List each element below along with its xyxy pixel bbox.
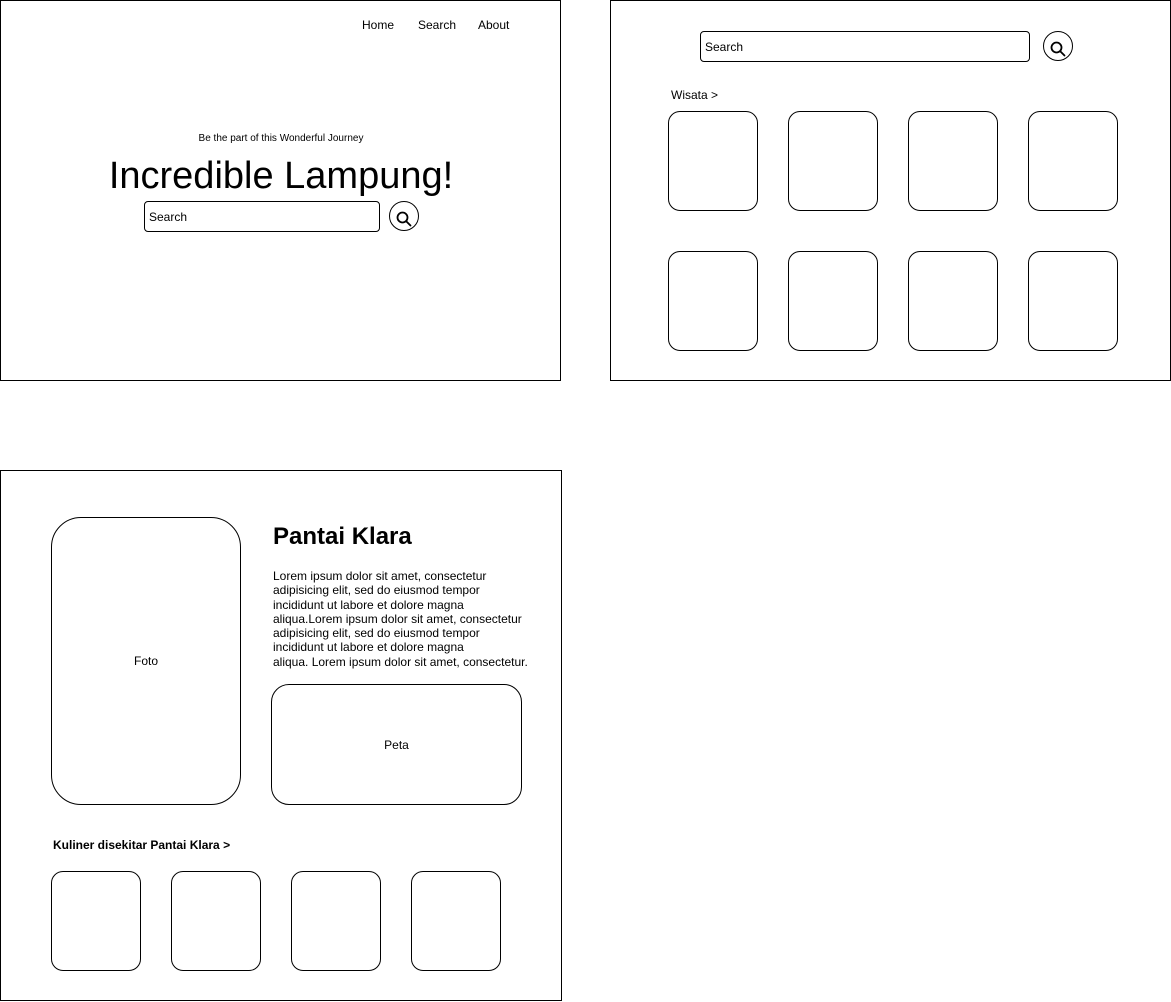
wisata-card[interactable] [908,111,998,211]
home-search-button[interactable] [389,201,419,231]
nav-search-link[interactable]: Search [418,18,456,32]
wisata-card[interactable] [668,111,758,211]
wisata-card[interactable] [1028,251,1118,351]
nav-home-link[interactable]: Home [362,18,394,32]
nearby-culinary-link[interactable]: Kuliner disekitar Pantai Klara > [53,838,230,852]
search-icon [396,211,412,227]
photo-label: Foto [133,654,158,668]
map-placeholder[interactable]: Peta [271,684,522,805]
detail-description: Lorem ipsum dolor sit amet, consectetur … [273,569,528,669]
detail-title: Pantai Klara [273,523,412,550]
photo-placeholder: Foto [51,517,241,805]
home-search-input[interactable] [144,201,380,232]
culinary-card[interactable] [411,871,501,971]
culinary-card[interactable] [171,871,261,971]
search-page-frame: Wisata > [610,0,1171,381]
detail-page-frame: Foto Pantai Klara Lorem ipsum dolor sit … [0,470,562,1001]
hero-tagline: Be the part of this Wonderful Journey [198,133,364,144]
map-label: Peta [384,737,409,752]
wisata-card[interactable] [668,251,758,351]
culinary-card[interactable] [51,871,141,971]
search-icon [1050,41,1066,57]
search-page-input[interactable] [700,31,1030,62]
wisata-card[interactable] [908,251,998,351]
wisata-card[interactable] [788,251,878,351]
hero-title: Incredible Lampung! [108,155,454,197]
wisata-card[interactable] [1028,111,1118,211]
search-page-button[interactable] [1043,31,1073,61]
nav-about-link[interactable]: About [478,18,509,32]
wisata-section-link[interactable]: Wisata > [671,88,718,102]
culinary-card[interactable] [291,871,381,971]
home-page-frame: Home Search About Be the part of this Wo… [0,0,561,381]
wisata-card[interactable] [788,111,878,211]
